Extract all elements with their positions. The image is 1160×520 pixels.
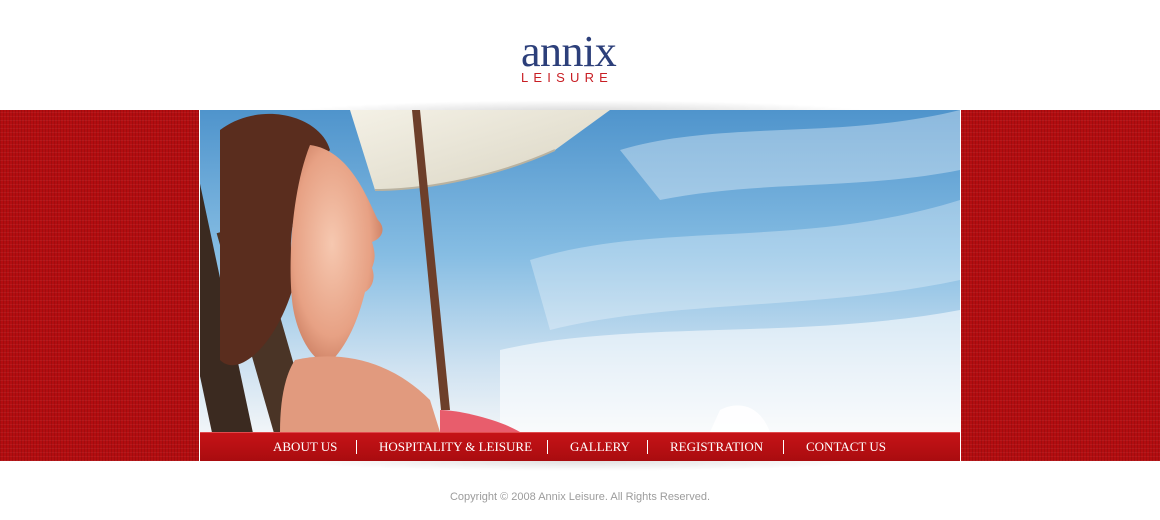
nav-gallery[interactable]: GALLERY	[570, 433, 630, 461]
logo[interactable]: annix LEISURE	[518, 28, 642, 90]
hero-illustration	[200, 110, 960, 432]
main-nav: ABOUT US HOSPITALITY & LEISURE GALLERY R…	[200, 432, 960, 461]
logo-wordmark: annix	[521, 27, 617, 76]
header: annix LEISURE	[0, 0, 1160, 110]
nav-registration[interactable]: REGISTRATION	[670, 433, 763, 461]
nav-separator	[647, 440, 648, 454]
nav-separator	[356, 440, 357, 454]
nav-contact-us[interactable]: CONTACT US	[806, 433, 886, 461]
logo-subtitle: LEISURE	[521, 70, 614, 85]
banner-frame: ABOUT US HOSPITALITY & LEISURE GALLERY R…	[199, 110, 961, 461]
nav-about-us[interactable]: ABOUT US	[273, 433, 337, 461]
nav-hospitality-leisure[interactable]: HOSPITALITY & LEISURE	[379, 433, 532, 461]
banner-bottom-shadow	[280, 461, 880, 471]
hero-image	[200, 110, 960, 432]
nav-separator	[783, 440, 784, 454]
footer-copyright: Copyright © 2008 Annix Leisure. All Righ…	[449, 491, 711, 503]
nav-separator	[547, 440, 548, 454]
